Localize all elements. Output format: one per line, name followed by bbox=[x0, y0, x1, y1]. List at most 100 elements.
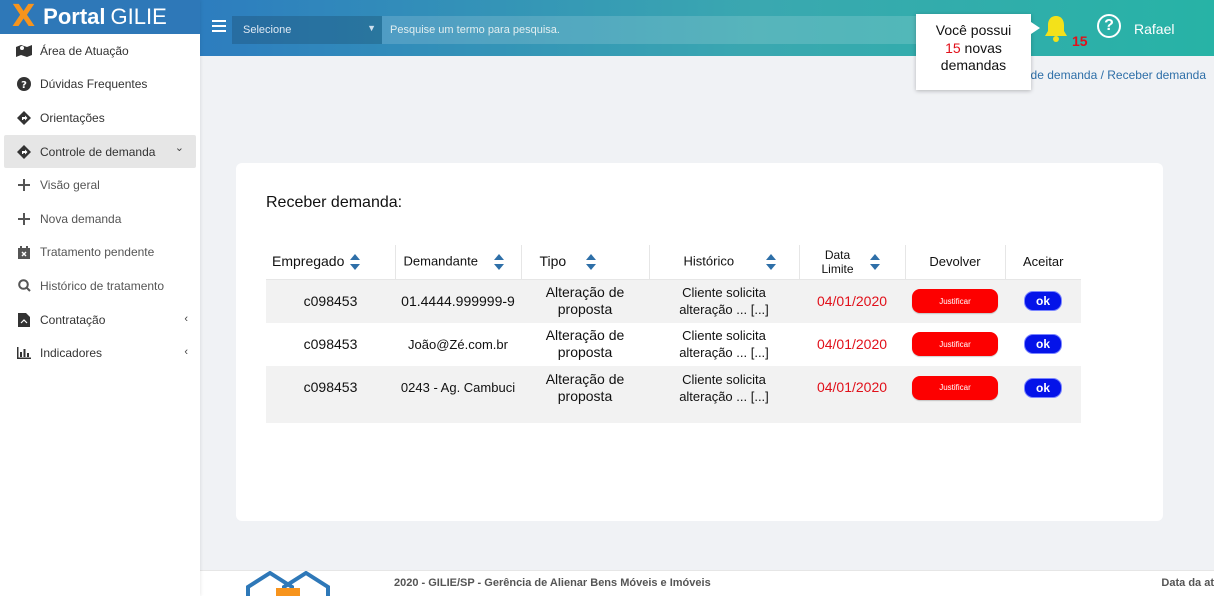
help-icon[interactable]: ? bbox=[1097, 14, 1121, 38]
cell-demandante: João@Zé.com.br bbox=[408, 336, 508, 352]
sidebar-item-historico[interactable]: Histórico de tratamento bbox=[0, 269, 200, 303]
cell-data-limite: 04/01/2020 bbox=[816, 379, 888, 396]
sidebar-item-controle-demanda[interactable]: Controle de demanda ⌄ bbox=[4, 134, 196, 169]
map-icon bbox=[16, 43, 32, 59]
hist-line1: Cliente solicita bbox=[682, 371, 766, 387]
plus-icon bbox=[16, 177, 32, 193]
tipo-line2: proposta bbox=[557, 387, 613, 404]
category-select-value: Selecione bbox=[243, 24, 292, 36]
hist-line2: alteração ... [...] bbox=[679, 302, 769, 317]
caret-down-icon: ▼ bbox=[367, 23, 376, 33]
cell-tipo: Alteração de proposta bbox=[521, 366, 649, 410]
ok-button[interactable]: ok bbox=[1024, 291, 1062, 311]
justificar-button[interactable]: Justificar bbox=[912, 375, 998, 400]
sidebar-item-label: Área de Atuação bbox=[40, 43, 129, 58]
tipo-line1: Alteração de bbox=[545, 370, 625, 387]
tooltip-line1: Você possui bbox=[935, 22, 1012, 38]
tipo-line2: proposta bbox=[557, 301, 613, 317]
sort-icon[interactable] bbox=[350, 253, 361, 271]
sort-icon[interactable] bbox=[493, 253, 504, 271]
sidebar-item-label: Controle de demanda bbox=[40, 144, 156, 159]
gilie-house-logo bbox=[246, 571, 330, 596]
sidebar-item-label: Contratação bbox=[40, 312, 106, 327]
category-select[interactable]: Selecione ▼ bbox=[232, 16, 382, 44]
cell-aceitar: ok bbox=[1005, 366, 1081, 410]
sidebar-item-label: Visão geral bbox=[40, 178, 100, 193]
cell-historico: Cliente solicita alteração ... [...] bbox=[649, 279, 799, 323]
menu-toggle-icon[interactable] bbox=[212, 20, 226, 32]
justificar-button[interactable]: Justificar bbox=[912, 289, 998, 313]
col-label: Tipo bbox=[539, 252, 567, 269]
brand-name: GILIE bbox=[110, 4, 167, 29]
cell-empregado: c098453 bbox=[303, 379, 358, 396]
sidebar: X Portal GILIE Área de Atuação ? Dúvidas… bbox=[0, 0, 200, 596]
col-aceitar: Aceitar bbox=[1005, 245, 1081, 280]
hist-line2: alteração ... [...] bbox=[679, 388, 769, 404]
sidebar-item-label: Nova demanda bbox=[40, 211, 122, 226]
col-data-limite[interactable]: Data Limite bbox=[799, 245, 906, 280]
ok-button[interactable]: ok bbox=[1024, 377, 1062, 398]
footer: 2020 - GILIE/SP - Gerência de Alienar Be… bbox=[200, 570, 1214, 596]
brand-logo[interactable]: X Portal GILIE bbox=[0, 0, 200, 34]
caixa-x-icon: X bbox=[12, 0, 36, 34]
justificar-button[interactable]: Justificar bbox=[912, 332, 998, 357]
directions-icon bbox=[16, 144, 32, 160]
col-label: Aceitar bbox=[1023, 254, 1064, 270]
cell-empregado: c098453 bbox=[303, 335, 358, 352]
page-title: Receber demanda: bbox=[266, 194, 403, 211]
cell-empregado: c098453 bbox=[303, 292, 358, 309]
directions-icon bbox=[16, 110, 32, 126]
tooltip-line3: demandas bbox=[940, 57, 1007, 73]
sidebar-nav: Área de Atuação ? Dúvidas Frequentes Ori… bbox=[0, 34, 200, 370]
svg-text:?: ? bbox=[21, 80, 27, 91]
sort-icon[interactable] bbox=[869, 253, 880, 271]
tipo-line1: Alteração de bbox=[545, 284, 625, 300]
search-dollar-icon bbox=[16, 278, 32, 294]
sidebar-item-label: Dúvidas Frequentes bbox=[40, 77, 148, 92]
sort-icon[interactable] bbox=[766, 253, 777, 271]
col-devolver: Devolver bbox=[905, 245, 1006, 280]
table-row: c098453 João@Zé.com.br Alteração de propo… bbox=[266, 322, 1081, 367]
col-historico[interactable]: Histórico bbox=[649, 245, 800, 280]
cell-demandante: 01.4444.999999-9 bbox=[401, 292, 515, 309]
cell-devolver: Justificar bbox=[905, 366, 1005, 410]
sidebar-item-label: Histórico de tratamento bbox=[40, 278, 165, 293]
sidebar-item-area-atuacao[interactable]: Área de Atuação bbox=[0, 34, 200, 68]
user-name[interactable]: Rafael bbox=[1134, 21, 1174, 37]
tooltip-line2: 15 novas bbox=[916, 40, 1031, 58]
sort-icon[interactable] bbox=[586, 253, 597, 271]
col-label: Histórico bbox=[683, 253, 735, 269]
cell-historico: Cliente solicita alteração ... [...] bbox=[649, 323, 799, 367]
hist-line1: Cliente solicita bbox=[682, 328, 766, 344]
sidebar-item-visao-geral[interactable]: Visão geral bbox=[0, 168, 200, 202]
cell-data-limite: 04/01/2020 bbox=[816, 335, 888, 352]
sidebar-item-contratacao[interactable]: Contratação ‹ bbox=[0, 303, 200, 337]
table-row: c098453 0243 - Ag. Cambuci Alteração de p… bbox=[266, 366, 1081, 410]
sidebar-item-nova-demanda[interactable]: Nova demanda bbox=[0, 202, 200, 236]
sidebar-item-indicadores[interactable]: Indicadores ‹ bbox=[0, 336, 200, 370]
cell-demandante: 0243 - Ag. Cambuci bbox=[400, 380, 516, 396]
ok-button[interactable]: ok bbox=[1024, 334, 1062, 355]
demands-table: Empregado Demandante Tipo Histórico Data… bbox=[266, 245, 1081, 423]
cell-devolver: Justificar bbox=[905, 323, 1005, 367]
breadcrumb[interactable]: e de demanda / Receber demanda bbox=[1021, 68, 1206, 82]
spacer-cell bbox=[266, 409, 1081, 423]
search-input[interactable] bbox=[382, 16, 932, 44]
question-circle-icon: ? bbox=[16, 76, 32, 92]
col-label-line1: Data bbox=[824, 247, 851, 262]
sidebar-item-orientacoes[interactable]: Orientações bbox=[0, 101, 200, 135]
col-label: Demandante bbox=[403, 253, 478, 269]
sidebar-item-tratamento-pendente[interactable]: Tratamento pendente bbox=[0, 236, 200, 270]
brand-portal: Portal bbox=[43, 4, 106, 29]
col-demandante[interactable]: Demandante bbox=[395, 245, 522, 280]
col-label: Empregado bbox=[272, 252, 345, 269]
sidebar-item-duvidas[interactable]: ? Dúvidas Frequentes bbox=[0, 68, 200, 102]
cell-devolver: Justificar bbox=[905, 279, 1005, 323]
bell-icon[interactable] bbox=[1043, 14, 1069, 42]
col-tipo[interactable]: Tipo bbox=[521, 245, 650, 280]
cell-historico: Cliente solicita alteração ... [...] bbox=[649, 366, 799, 410]
col-empregado[interactable]: Empregado bbox=[266, 245, 396, 280]
tooltip-count: 15 bbox=[945, 39, 961, 56]
col-label: Data Limite bbox=[822, 248, 854, 276]
chart-bar-icon bbox=[16, 345, 32, 361]
